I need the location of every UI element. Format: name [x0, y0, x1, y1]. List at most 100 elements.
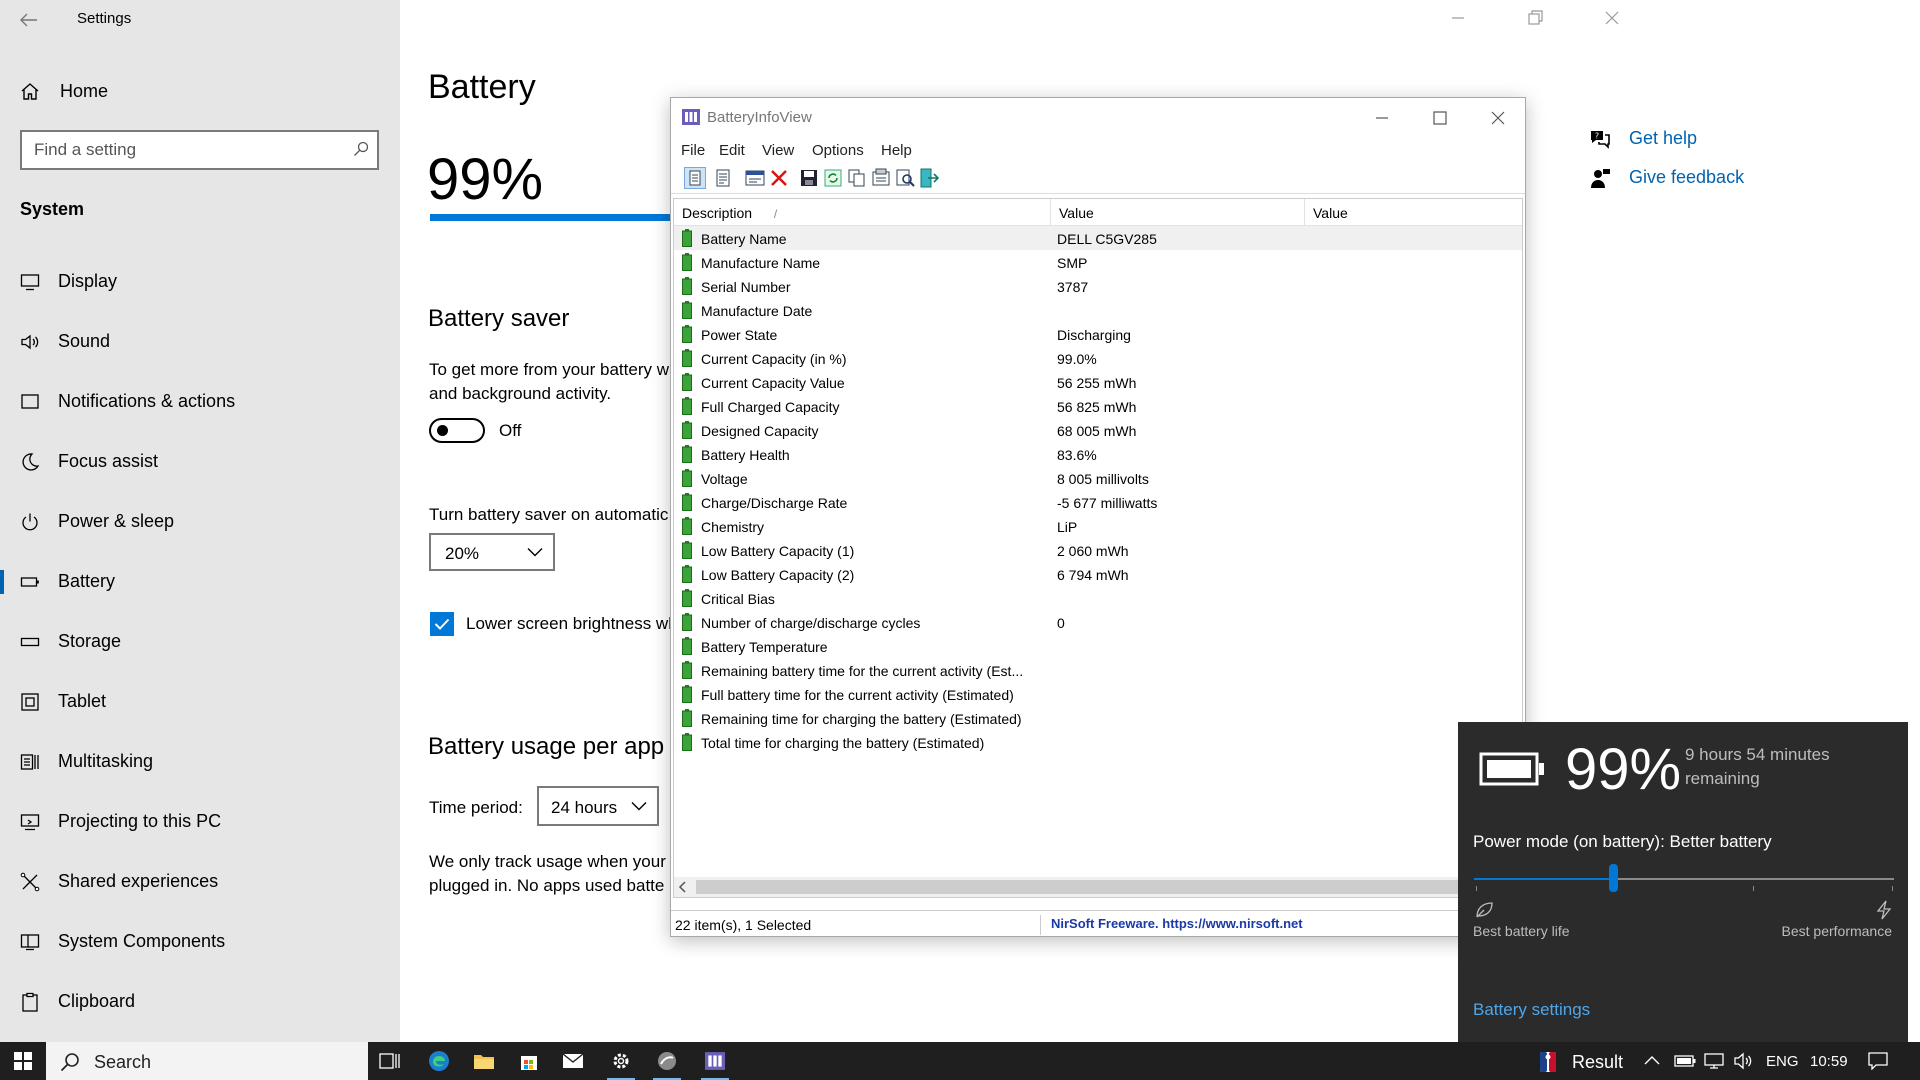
scrollbar-thumb[interactable] [696, 880, 1506, 894]
table-row[interactable]: Full Charged Capacity 56 825 mWh [674, 394, 1522, 418]
get-help-link[interactable]: ? Get help [1588, 128, 1920, 152]
power-mode-slider[interactable] [1474, 864, 1894, 908]
horizontal-scrollbar[interactable] [674, 877, 1522, 897]
language-indicator[interactable]: ENG [1766, 1053, 1799, 1070]
taskbar-settings[interactable] [599, 1042, 643, 1080]
table-row[interactable]: Charge/Discharge Rate -5 677 milliwatts [674, 490, 1522, 514]
table-row[interactable]: Battery Name DELL C5GV285 [674, 226, 1522, 250]
html-report-icon[interactable] [870, 167, 892, 189]
nirsoft-link[interactable]: NirSoft Freeware. https://www.nirsoft.ne… [1051, 916, 1303, 931]
column-header-value[interactable]: Value [1051, 199, 1305, 226]
sidebar-item-storage[interactable]: Storage [0, 621, 400, 663]
table-row[interactable]: Serial Number 3787 [674, 274, 1522, 298]
column-header-description[interactable]: Description / [674, 199, 1051, 226]
start-button[interactable] [0, 1042, 46, 1080]
sidebar-item-system-components[interactable]: System Components [0, 921, 400, 963]
battery-saver-toggle[interactable] [429, 418, 485, 443]
back-button[interactable] [14, 6, 44, 34]
table-row[interactable]: Remaining battery time for the current a… [674, 658, 1522, 682]
close-icon[interactable] [1488, 108, 1508, 128]
get-help-label[interactable]: Get help [1629, 128, 1697, 149]
table-row[interactable]: Remaining time for charging the battery … [674, 706, 1522, 730]
row-description: Serial Number [701, 279, 791, 295]
sidebar-item-focus-assist[interactable]: Focus assist [0, 441, 400, 483]
copy-icon[interactable] [846, 167, 868, 189]
find-icon[interactable] [894, 167, 916, 189]
table-row[interactable]: Voltage 8 005 millivolts [674, 466, 1522, 490]
table-row[interactable]: Current Capacity Value 56 255 mWh [674, 370, 1522, 394]
menu-file[interactable]: File [681, 142, 705, 159]
table-row[interactable]: Manufacture Name SMP [674, 250, 1522, 274]
table-row[interactable]: Critical Bias [674, 586, 1522, 610]
delete-icon[interactable] [768, 167, 790, 189]
sidebar-item-multitasking[interactable]: Multitasking [0, 741, 400, 783]
minimize-icon[interactable] [1372, 108, 1392, 128]
refresh-icon[interactable] [822, 167, 844, 189]
menu-options[interactable]: Options [812, 142, 864, 159]
table-row[interactable]: Total time for charging the battery (Est… [674, 730, 1522, 754]
column-header-value-2[interactable]: Value [1305, 199, 1522, 226]
taskbar-search-box[interactable]: Search [46, 1042, 368, 1080]
taskbar-edge[interactable] [417, 1042, 461, 1080]
table-row[interactable]: Battery Health 83.6% [674, 442, 1522, 466]
exit-icon[interactable] [918, 167, 940, 189]
tray-result-label[interactable]: Result [1572, 1052, 1623, 1073]
taskbar-batteryinfoview[interactable] [693, 1042, 737, 1080]
setting-search-box[interactable] [20, 130, 379, 170]
table-row[interactable]: Low Battery Capacity (2) 6 794 mWh [674, 562, 1522, 586]
setting-search-input[interactable] [34, 140, 334, 160]
minimize-icon[interactable] [1448, 8, 1468, 28]
search-icon[interactable] [353, 141, 369, 157]
sidebar-item-notifications[interactable]: Notifications & actions [0, 381, 400, 423]
battery-settings-link[interactable]: Battery settings [1473, 1000, 1590, 1020]
close-icon[interactable] [1602, 8, 1622, 28]
give-feedback-link[interactable]: Give feedback [1588, 167, 1920, 191]
taskbar-store[interactable] [507, 1042, 551, 1080]
table-row[interactable]: Chemistry LiP [674, 514, 1522, 538]
time-period-select[interactable]: 24 hours [537, 786, 659, 826]
taskbar-file-explorer[interactable] [462, 1042, 506, 1080]
slider-thumb[interactable] [1609, 864, 1618, 892]
sidebar-item-shared-experiences[interactable]: Shared experiences [0, 861, 400, 903]
sidebar-item-battery[interactable]: Battery [0, 561, 400, 603]
battery-tray-icon[interactable] [1674, 1055, 1696, 1067]
battery-info-mode-icon[interactable] [684, 167, 706, 189]
taskbar-mail[interactable] [551, 1042, 595, 1080]
sidebar-item-display[interactable]: Display [0, 261, 400, 303]
table-row[interactable]: Low Battery Capacity (1) 2 060 mWh [674, 538, 1522, 562]
taskbar-app[interactable] [645, 1042, 689, 1080]
table-row[interactable]: Power State Discharging [674, 322, 1522, 346]
table-row[interactable]: Full battery time for the current activi… [674, 682, 1522, 706]
sidebar-item-clipboard[interactable]: Clipboard [0, 981, 400, 1023]
menu-view[interactable]: View [762, 142, 794, 159]
chevron-up-icon[interactable] [1644, 1055, 1660, 1065]
sidebar-item-tablet[interactable]: Tablet [0, 681, 400, 723]
maximize-icon[interactable] [1430, 108, 1450, 128]
give-feedback-label[interactable]: Give feedback [1629, 167, 1744, 188]
scroll-left-icon[interactable] [678, 881, 686, 893]
lower-brightness-checkbox[interactable] [430, 612, 454, 636]
biv-titlebar[interactable]: BatteryInfoView [671, 98, 1525, 138]
table-row[interactable]: Designed Capacity 68 005 mWh [674, 418, 1522, 442]
sidebar-item-projecting[interactable]: Projecting to this PC [0, 801, 400, 843]
clock[interactable]: 10:59 [1810, 1053, 1848, 1070]
sidebar-item-power-sleep[interactable]: Power & sleep [0, 501, 400, 543]
menu-help[interactable]: Help [881, 142, 912, 159]
nba-icon[interactable] [1540, 1052, 1556, 1072]
window-properties-icon[interactable] [744, 167, 766, 189]
task-view-button[interactable] [368, 1042, 412, 1080]
menu-edit[interactable]: Edit [719, 142, 745, 159]
auto-saver-threshold-select[interactable]: 20% [429, 533, 555, 571]
battery-log-mode-icon[interactable] [712, 167, 734, 189]
home-link[interactable]: Home [20, 80, 108, 102]
volume-icon[interactable] [1734, 1052, 1754, 1070]
table-row[interactable]: Current Capacity (in %) 99.0% [674, 346, 1522, 370]
save-icon[interactable] [798, 167, 820, 189]
network-icon[interactable] [1704, 1052, 1724, 1070]
sidebar-item-sound[interactable]: Sound [0, 321, 400, 363]
table-row[interactable]: Battery Temperature [674, 634, 1522, 658]
table-row[interactable]: Manufacture Date [674, 298, 1522, 322]
restore-icon[interactable] [1525, 8, 1545, 28]
table-row[interactable]: Number of charge/discharge cycles 0 [674, 610, 1522, 634]
notification-center-icon[interactable] [1868, 1052, 1888, 1070]
